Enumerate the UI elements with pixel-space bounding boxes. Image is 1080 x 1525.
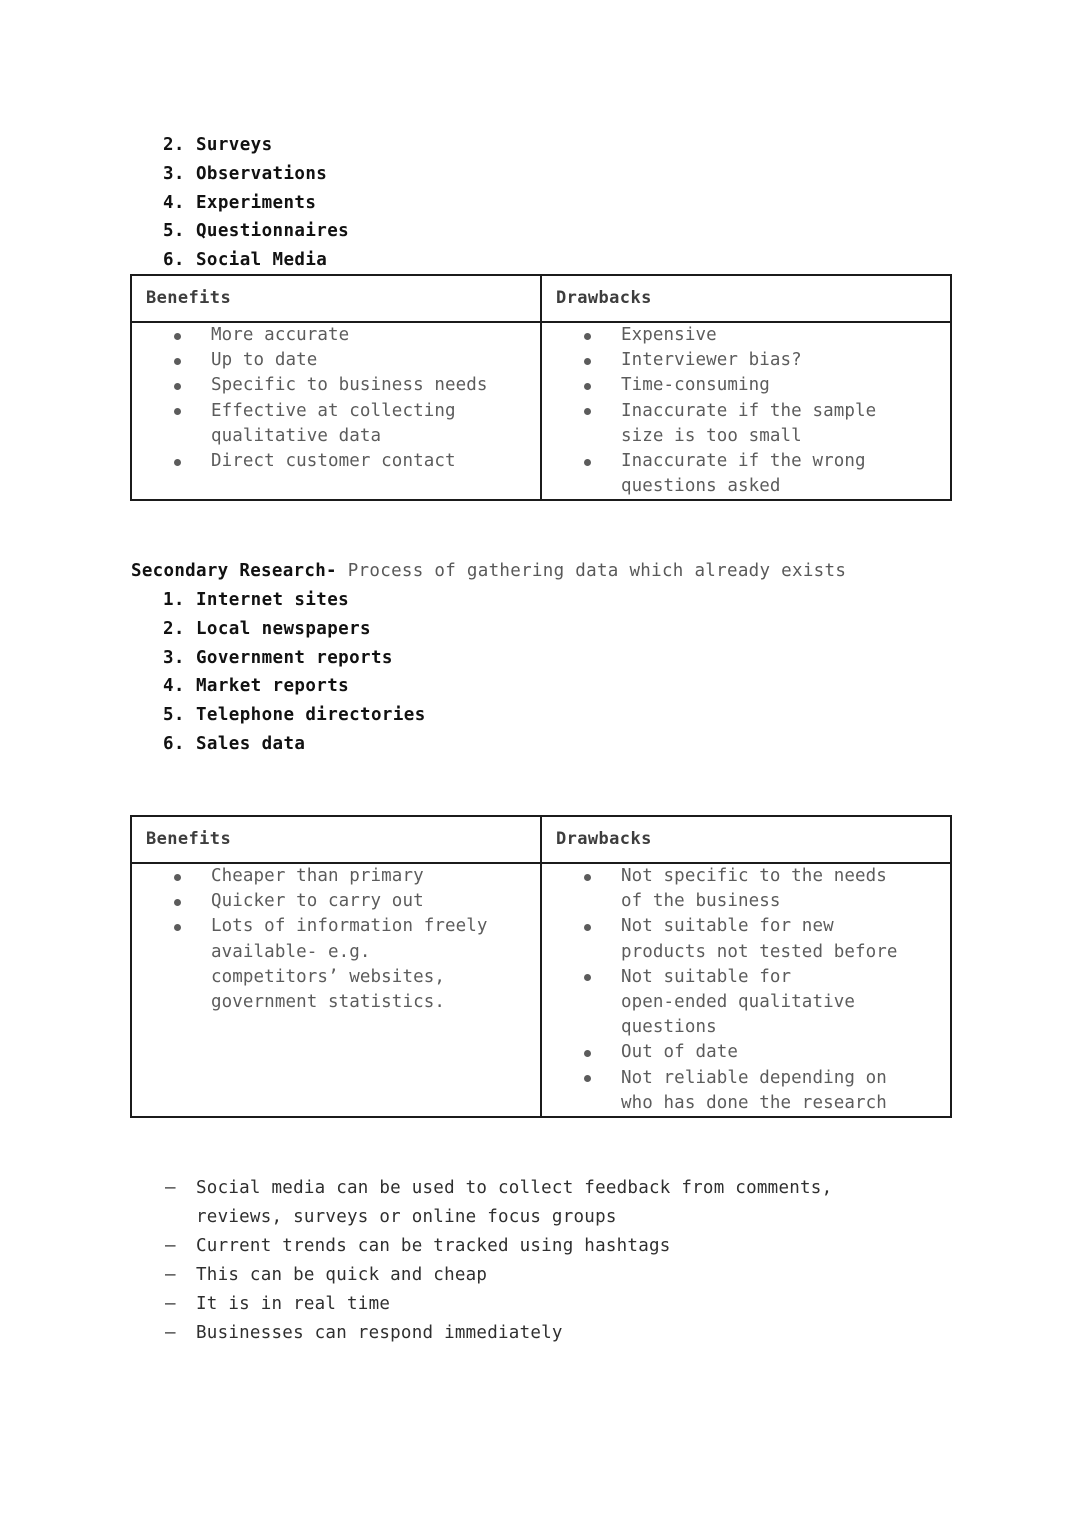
secondary-research-source-item-number: 3. <box>163 647 185 668</box>
secondary-research-source-item-label: Internet sites <box>196 590 350 610</box>
primary-research-method-item-label: Observations <box>196 163 328 184</box>
primary-research-method-item-number: 2. <box>163 135 185 155</box>
secondary-research-heading: Secondary Research- Process of gathering… <box>131 557 846 585</box>
social-media-note-item: It is in real time <box>165 1290 832 1319</box>
benefits-header-label: Benefits <box>146 288 232 308</box>
social-media-note-item: This can be quick and cheap <box>165 1261 832 1290</box>
primary-research-method-item-number: 5. <box>163 221 185 242</box>
secondary-research-source-item-number: 2. <box>163 618 185 639</box>
primary-drawback-item: Time-consuming <box>542 373 950 398</box>
primary-drawback-item: Expensive <box>542 323 950 348</box>
primary-research-method-item-label: Surveys <box>196 135 273 155</box>
secondary-drawback-item: Not specific to the needs of the busines… <box>542 864 950 914</box>
primary-research-method-item-number: 3. <box>163 163 185 184</box>
secondary-research-source-item-label: Government reports <box>196 647 393 668</box>
secondary-research-definition: Process of gathering data which already … <box>336 561 847 581</box>
primary-research-method-item: 5. Questionnaires <box>163 217 349 246</box>
secondary-research-source-item-label: Local newspapers <box>196 618 371 639</box>
primary-benefit-item: Specific to business needs <box>132 373 540 398</box>
secondary-research-source-item-label: Sales data <box>196 733 306 754</box>
secondary-drawbacks-list: Not specific to the needs of the busines… <box>542 864 950 1116</box>
benefits-body-cell: More accurate Up to date Specific to busin… <box>130 320 542 502</box>
social-media-notes-list: Social media can be used to collect feed… <box>165 1174 832 1348</box>
secondary-research-source-item-number: 5. <box>163 705 185 726</box>
drawbacks-header-cell: Drawbacks <box>540 274 952 323</box>
primary-research-method-item-number: 6. <box>163 250 185 271</box>
secondary-drawback-item: Not suitable for new products not tested… <box>542 914 950 964</box>
benefits-body-cell: Cheaper than primary Quicker to carry out… <box>130 861 542 1119</box>
secondary-research-source-item-number: 1. <box>163 590 185 610</box>
drawbacks-body-cell: Not specific to the needs of the busines… <box>540 861 952 1119</box>
secondary-research-source-item: 6. Sales data <box>163 730 426 759</box>
secondary-benefit-item: Lots of information freely available- e.… <box>132 914 540 1015</box>
benefits-header-cell: Benefits <box>130 815 542 864</box>
primary-research-method-item: 6. Social Media <box>163 246 349 275</box>
benefits-header-cell: Benefits <box>130 274 542 323</box>
drawbacks-header-label: Drawbacks <box>556 829 652 849</box>
primary-research-method-item: 2. Surveys <box>163 131 349 160</box>
drawbacks-header-label: Drawbacks <box>556 288 652 308</box>
document-page: 2. Surveys 3. Observations 4. Experiments 5. Qu… <box>0 0 1080 1525</box>
primary-benefits-list: More accurate Up to date Specific to busin… <box>132 323 540 474</box>
drawbacks-body-cell: Expensive Interviewer bias? Time-consuming… <box>540 320 952 502</box>
secondary-research-source-item-label: Telephone directories <box>196 705 426 726</box>
primary-drawback-item: Inaccurate if the sample size is too sma… <box>542 399 950 449</box>
primary-drawback-item: Inaccurate if the wrong questions asked <box>542 449 950 499</box>
secondary-research-source-item-number: 6. <box>163 733 185 754</box>
table-header-row: Benefits Drawbacks <box>130 815 952 864</box>
drawbacks-header-cell: Drawbacks <box>540 815 952 864</box>
table-header-row: Benefits Drawbacks <box>130 274 952 323</box>
primary-drawback-item: Interviewer bias? <box>542 348 950 373</box>
primary-research-methods-list: 2. Surveys 3. Observations 4. Experiments 5. Qu… <box>163 131 349 275</box>
secondary-research-source-item: 3. Government reports <box>163 644 426 673</box>
secondary-research-source-item: 4. Market reports <box>163 672 426 701</box>
social-media-note-item: Social media can be used to collect feed… <box>165 1174 832 1232</box>
primary-benefit-item: Direct customer contact <box>132 449 540 474</box>
secondary-benefit-item: Quicker to carry out <box>132 889 540 914</box>
table-body-row: Cheaper than primary Quicker to carry out… <box>130 861 952 1119</box>
secondary-drawback-item: Not suitable for open-ended qualitative … <box>542 965 950 1041</box>
primary-benefit-item: Up to date <box>132 348 540 373</box>
table-body-row: More accurate Up to date Specific to busin… <box>130 320 952 502</box>
primary-research-method-item-label: Social Media <box>196 250 328 271</box>
primary-research-method-item-label: Experiments <box>196 192 317 213</box>
secondary-drawback-item: Out of date <box>542 1040 950 1065</box>
secondary-research-source-item: 5. Telephone directories <box>163 701 426 730</box>
social-media-note-item: Current trends can be tracked using hash… <box>165 1232 832 1261</box>
primary-research-method-item: 4. Experiments <box>163 189 349 218</box>
primary-research-method-item-label: Questionnaires <box>196 221 350 242</box>
primary-research-method-item: 3. Observations <box>163 160 349 189</box>
primary-benefit-item: Effective at collecting qualitative data <box>132 399 540 449</box>
secondary-research-source-item-label: Market reports <box>196 676 350 697</box>
secondary-research-source-item: 1. Internet sites <box>163 586 426 615</box>
secondary-research-sources-list: 1. Internet sites 2. Local newspapers 3. Gove… <box>163 586 426 759</box>
secondary-benefit-item: Cheaper than primary <box>132 864 540 889</box>
primary-research-method-item-number: 4. <box>163 192 185 213</box>
secondary-research-source-item-number: 4. <box>163 676 185 697</box>
primary-benefit-item: More accurate <box>132 323 540 348</box>
primary-drawbacks-list: Expensive Interviewer bias? Time-consuming… <box>542 323 950 499</box>
social-media-note-item: Businesses can respond immediately <box>165 1319 832 1348</box>
primary-research-benefits-drawbacks-table: Benefits Drawbacks More accurate Up to da… <box>130 274 952 502</box>
secondary-drawback-item: Not reliable depending on who has done t… <box>542 1066 950 1116</box>
secondary-research-term: Secondary Research- <box>131 561 337 581</box>
secondary-benefits-list: Cheaper than primary Quicker to carry out… <box>132 864 540 1015</box>
secondary-research-source-item: 2. Local newspapers <box>163 615 426 644</box>
benefits-header-label: Benefits <box>146 829 232 849</box>
secondary-research-benefits-drawbacks-table: Benefits Drawbacks Cheaper than primary Q… <box>130 815 952 1119</box>
